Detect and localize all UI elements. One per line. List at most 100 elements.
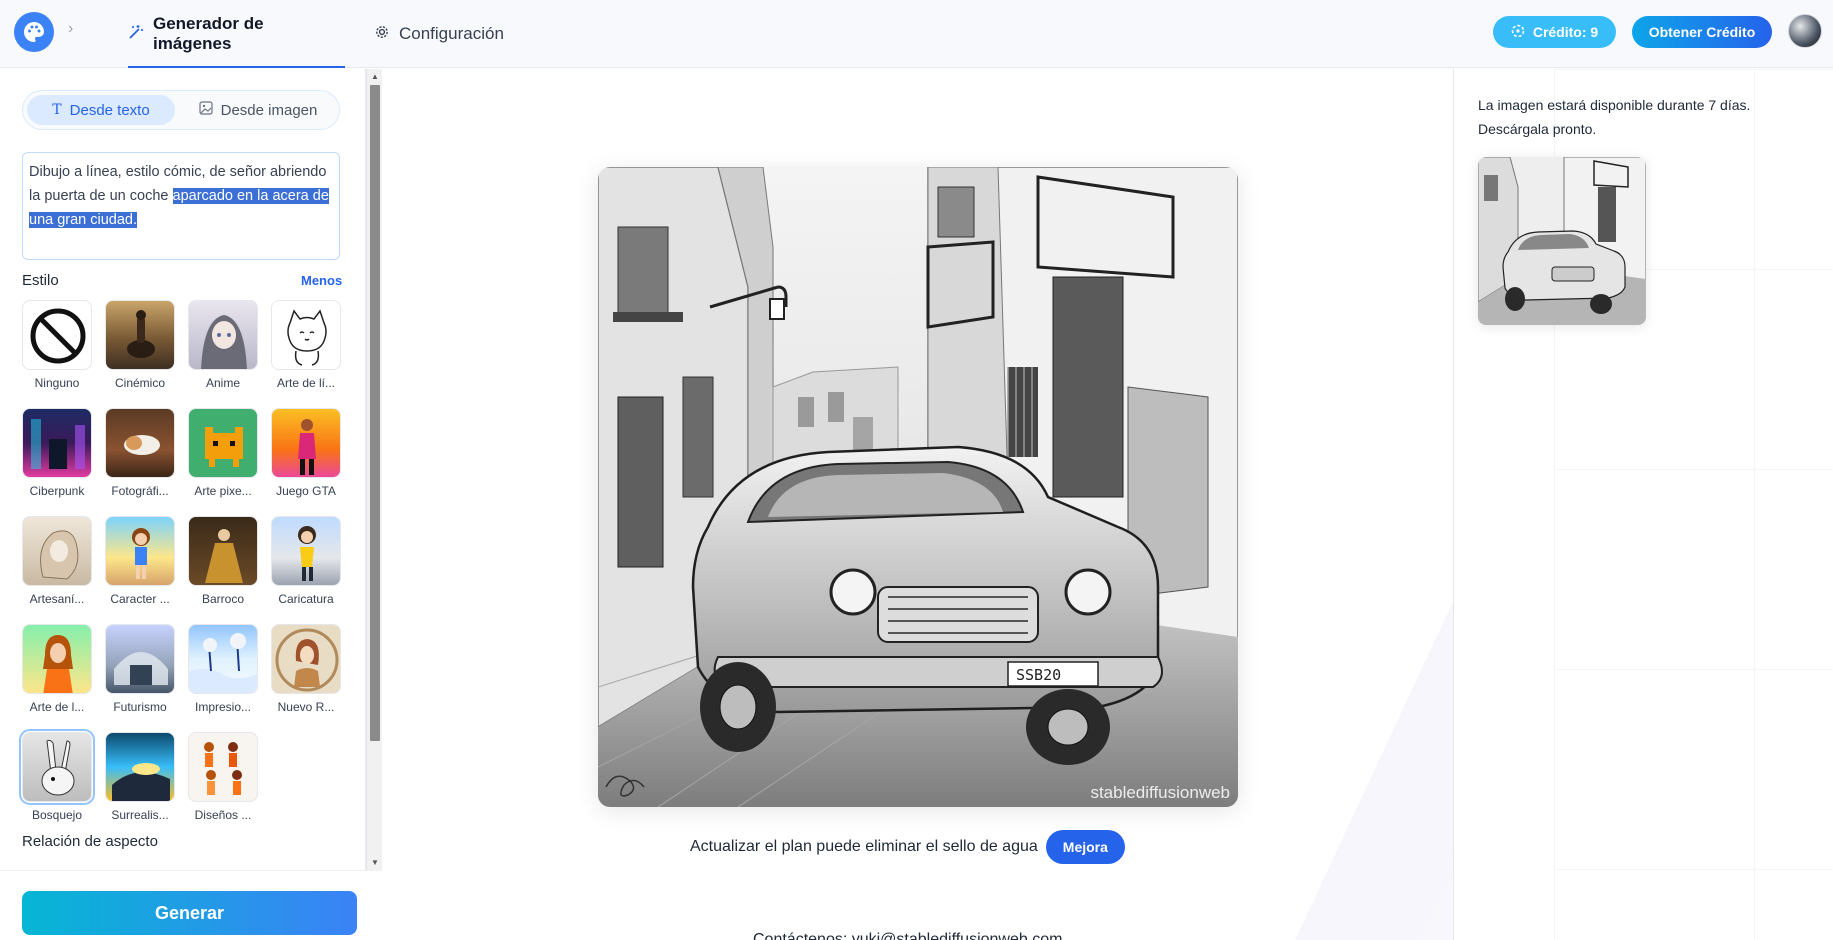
- style-option-photographic[interactable]: Fotográfi...: [105, 408, 175, 498]
- style-option-impressionism[interactable]: Impresio...: [188, 624, 258, 714]
- style-thumb: [188, 300, 258, 370]
- style-option-cinematic[interactable]: Cinémico: [105, 300, 175, 390]
- style-option-designs[interactable]: Diseños ...: [188, 732, 258, 822]
- sketch-car-street-image: SSB20: [598, 167, 1238, 807]
- style-option-renaissance[interactable]: Nuevo R...: [271, 624, 341, 714]
- tab-label: Configuración: [399, 24, 504, 43]
- style-thumb: [188, 516, 258, 586]
- generate-button[interactable]: Generar: [22, 891, 357, 935]
- generate-bar: Generar: [0, 870, 382, 940]
- notice-text: Actualizar el plan puede eliminar el sel…: [690, 838, 1038, 855]
- generated-image[interactable]: SSB20 stablediffusionweb: [598, 167, 1238, 807]
- style-thumb: [105, 732, 175, 802]
- style-option-craft[interactable]: Artesaní...: [22, 516, 92, 606]
- style-thumb: [188, 408, 258, 478]
- top-header: › Generador de imágenes Configuración Cr…: [0, 0, 1833, 68]
- style-thumb: [22, 516, 92, 586]
- style-thumb: [188, 624, 258, 694]
- style-label: Ninguno: [34, 376, 80, 390]
- tab-settings[interactable]: Configuración: [374, 0, 504, 68]
- sidebar-scrollbar[interactable]: ▲ ▼: [366, 69, 382, 871]
- credit-badge[interactable]: Crédito: 9: [1493, 16, 1616, 48]
- palette-logo-icon[interactable]: [14, 12, 54, 52]
- style-label: Caricatura: [278, 592, 334, 606]
- style-thumb: [271, 516, 341, 586]
- style-thumb: [105, 516, 175, 586]
- watermark-text: stablediffusionweb: [1090, 783, 1230, 802]
- style-thumb: [271, 300, 341, 370]
- sidebar: T Desde texto Desde imagen Dibujo a líne…: [0, 69, 366, 940]
- style-option-character[interactable]: Caracter ...: [105, 516, 175, 606]
- tab-label: Generador de imágenes: [153, 14, 264, 53]
- tab-image-generator[interactable]: Generador de imágenes: [128, 0, 345, 68]
- style-option-none[interactable]: Ninguno: [22, 300, 92, 390]
- style-option-anime[interactable]: Anime: [188, 300, 258, 390]
- chevron-right-icon[interactable]: ›: [68, 20, 73, 38]
- style-label: Diseños ...: [194, 808, 252, 822]
- style-label: Futurismo: [113, 700, 167, 714]
- scroll-up-icon[interactable]: ▲: [370, 72, 380, 82]
- style-option-line-art[interactable]: Arte de lí...: [271, 300, 341, 390]
- show-less-link[interactable]: Menos: [301, 273, 342, 288]
- mode-label: Desde imagen: [220, 101, 318, 119]
- style-option-baroque[interactable]: Barroco: [188, 516, 258, 606]
- style-label: Ciberpunk: [29, 484, 85, 498]
- mode-from-image[interactable]: Desde imagen: [183, 95, 333, 125]
- style-thumb: [22, 624, 92, 694]
- contact-text: Contáctenos: yuki@stablediffusionweb.com: [753, 931, 1063, 940]
- mode-from-text[interactable]: T Desde texto: [27, 95, 175, 125]
- style-thumb: [271, 408, 341, 478]
- mode-switch: T Desde texto Desde imagen: [22, 90, 340, 130]
- style-option-surrealism[interactable]: Surrealis...: [105, 732, 175, 822]
- svg-text:SSB20: SSB20: [1016, 666, 1061, 684]
- watermark-notice: Actualizar el plan puede eliminar el sel…: [690, 829, 1125, 865]
- style-option-gta[interactable]: Juego GTA: [271, 408, 341, 498]
- history-panel: La imagen estará disponible durante 7 dí…: [1453, 69, 1833, 940]
- style-option-cyberpunk[interactable]: Ciberpunk: [22, 408, 92, 498]
- main-canvas: SSB20 stablediffusionweb Actualizar el p…: [383, 69, 1453, 940]
- style-thumb: [271, 624, 341, 694]
- style-label: Bosquejo: [31, 808, 83, 822]
- style-option-pixel-art[interactable]: Arte pixe...: [188, 408, 258, 498]
- style-label: Fotográfi...: [111, 484, 169, 498]
- text-icon: T: [52, 102, 62, 118]
- style-label: Artesaní...: [29, 592, 85, 606]
- gear-icon: [374, 24, 390, 45]
- style-label: Arte de l...: [29, 700, 85, 714]
- style-option-futurism[interactable]: Futurismo: [105, 624, 175, 714]
- style-label: Caracter ...: [110, 592, 170, 606]
- scrollbar-thumb[interactable]: [370, 85, 380, 741]
- image-icon: [199, 101, 213, 119]
- prompt-textarea[interactable]: Dibujo a línea, estilo cómic, de señor a…: [22, 152, 340, 260]
- history-image-thumbnail[interactable]: [1478, 157, 1646, 325]
- availability-notice: La imagen estará disponible durante 7 dí…: [1478, 97, 1751, 137]
- style-thumb: [22, 300, 92, 370]
- style-option-caricature[interactable]: Caricatura: [271, 516, 341, 606]
- style-label: Arte de lí...: [276, 376, 336, 390]
- style-thumb: [105, 408, 175, 478]
- style-thumb: [105, 624, 175, 694]
- upgrade-button[interactable]: Mejora: [1045, 830, 1125, 864]
- style-label: Anime: [205, 376, 240, 390]
- none-icon: [30, 308, 86, 364]
- style-thumb: [188, 732, 258, 802]
- user-avatar[interactable]: [1788, 14, 1822, 48]
- style-label: Impresio...: [194, 700, 251, 714]
- style-label: Barroco: [201, 592, 245, 606]
- style-label: Nuevo R...: [277, 700, 335, 714]
- style-thumb: [19, 729, 95, 805]
- style-heading: Estilo: [22, 272, 59, 289]
- get-credit-button[interactable]: Obtener Crédito: [1632, 16, 1772, 48]
- style-label: Juego GTA: [276, 484, 336, 498]
- style-option-sketch[interactable]: Bosquejo: [19, 729, 95, 822]
- credit-icon: [1511, 24, 1525, 41]
- style-thumb: [105, 300, 175, 370]
- scroll-down-icon[interactable]: ▼: [370, 858, 380, 868]
- style-label: Surrealis...: [111, 808, 169, 822]
- credit-label: Crédito: 9: [1532, 24, 1599, 40]
- style-option-art-nouveau[interactable]: Arte de l...: [22, 624, 92, 714]
- mode-label: Desde texto: [69, 101, 150, 119]
- style-label: Arte pixe...: [194, 484, 252, 498]
- magic-wand-icon: [128, 24, 144, 45]
- aspect-ratio-heading: Relación de aspecto: [22, 833, 158, 850]
